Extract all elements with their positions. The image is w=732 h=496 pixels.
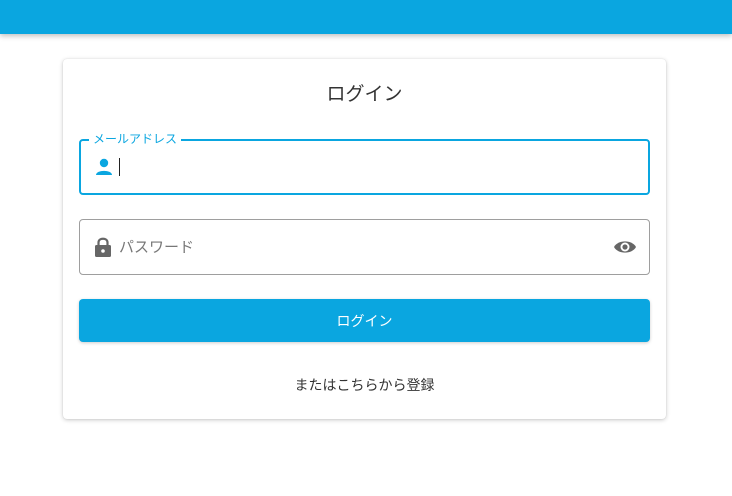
login-button[interactable]: ログイン [79, 299, 650, 342]
register-link[interactable]: またはこちらから登録 [63, 375, 666, 395]
email-field[interactable]: メールアドレス [79, 132, 650, 195]
text-caret [119, 158, 120, 176]
person-icon [94, 158, 114, 176]
eye-icon[interactable] [613, 238, 637, 256]
page-title: ログイン [326, 83, 403, 105]
login-card: ログイン メールアドレス ログイン またはこちらから登録 [63, 59, 666, 419]
password-field[interactable] [79, 219, 650, 275]
password-input[interactable] [119, 235, 599, 259]
lock-icon [94, 236, 112, 258]
email-field-label: メールアドレス [89, 132, 182, 146]
email-input[interactable] [119, 155, 639, 179]
top-app-bar [0, 0, 732, 34]
